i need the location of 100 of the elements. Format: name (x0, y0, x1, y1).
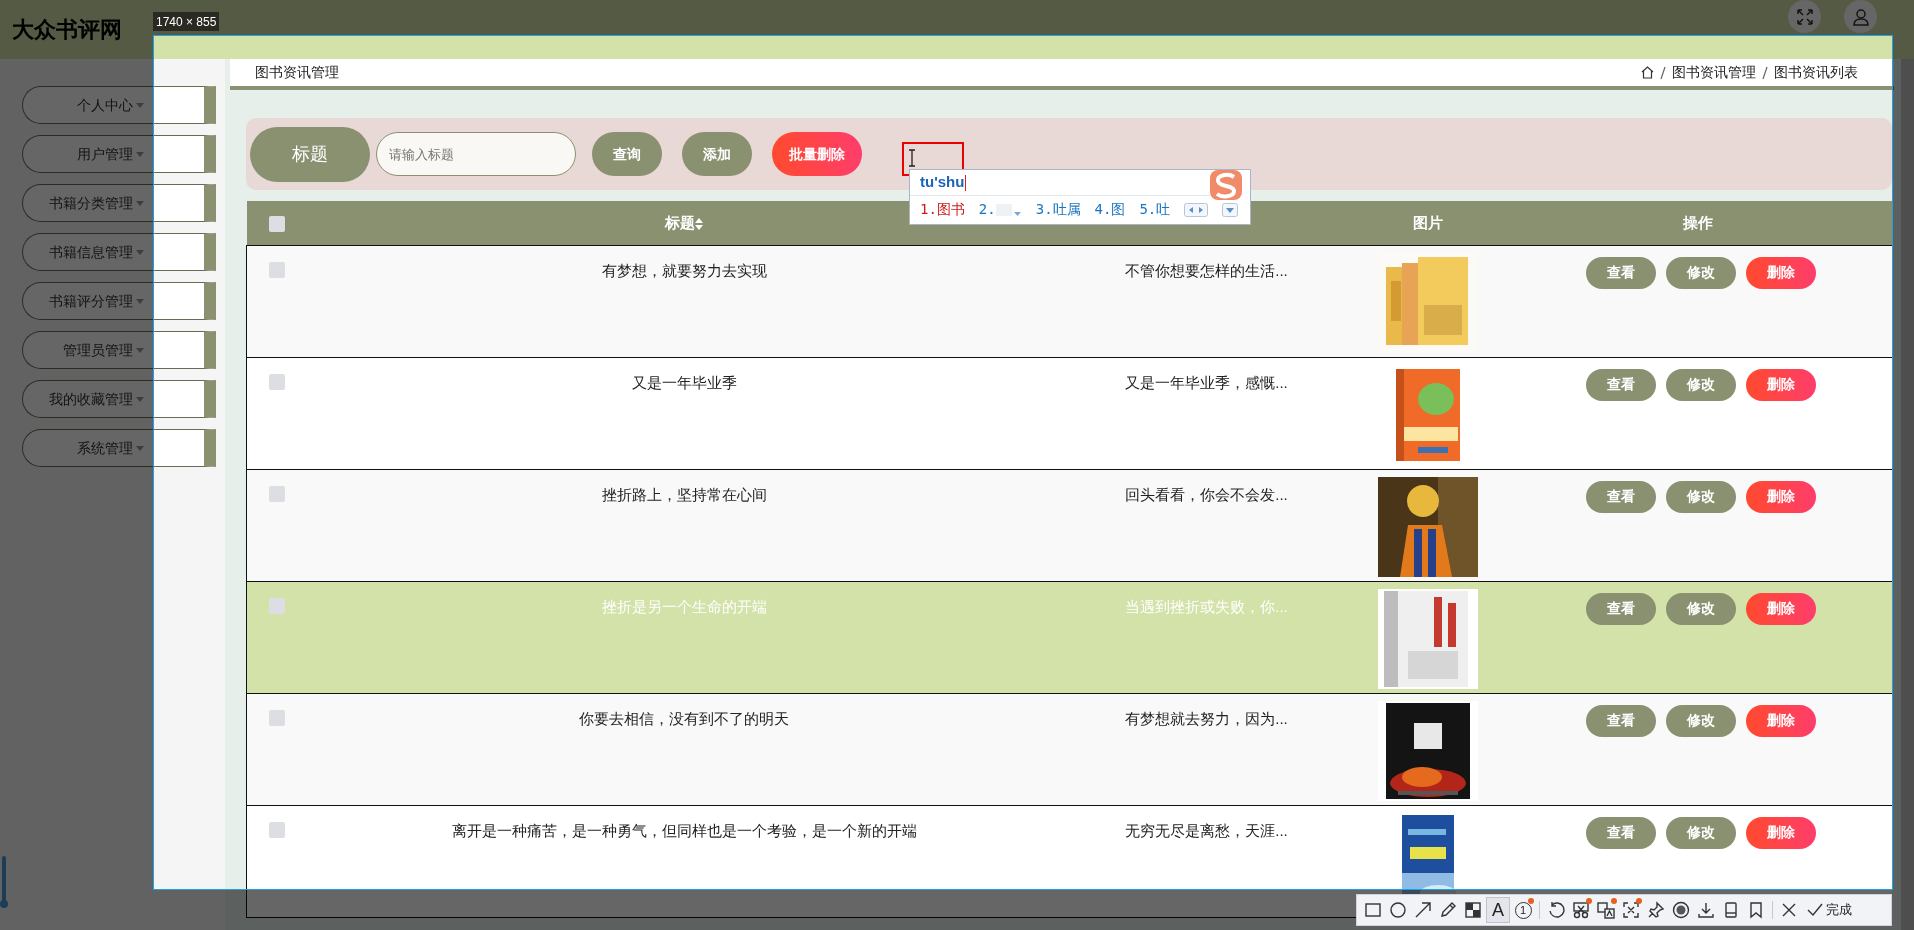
delete-button[interactable]: 删除 (1745, 592, 1816, 625)
title-text: 离开是一种痛苦，是一种勇气，但同样也是一个考验，是一个新的开端 (451, 820, 917, 841)
text-tool-button[interactable]: A (1486, 897, 1510, 923)
user-icon[interactable] (1844, 0, 1877, 33)
delete-button[interactable]: 删除 (1745, 704, 1816, 737)
handle-icon[interactable] (0, 856, 8, 910)
rectangle-icon (1364, 901, 1382, 919)
menu-item[interactable]: 系统管理 (22, 429, 216, 467)
view-button[interactable]: 查看 (1585, 704, 1656, 737)
ime-candidate[interactable]: 3.吐属 (1035, 199, 1081, 220)
checkbox[interactable] (268, 373, 285, 390)
batch-delete-button[interactable]: 批量删除 (772, 132, 862, 176)
edit-button[interactable]: 修改 (1665, 592, 1736, 625)
checkbox[interactable] (268, 709, 285, 726)
view-button[interactable]: 查看 (1585, 816, 1656, 849)
view-button[interactable]: 查看 (1585, 592, 1656, 625)
view-button[interactable]: 查看 (1585, 480, 1656, 513)
intro-text: 又是一年毕业季，感慨... (1125, 372, 1288, 393)
column-header[interactable]: 操作 (1682, 213, 1713, 231)
menu-item[interactable]: 管理员管理 (22, 331, 216, 369)
ime-candidate[interactable]: 5.吐 (1139, 199, 1171, 220)
mosaic-icon (1464, 901, 1482, 919)
column-header[interactable]: 图片 (1412, 213, 1443, 231)
intro-text: 有梦想就去努力，因为... (1125, 708, 1288, 729)
selection-frame[interactable] (153, 35, 1893, 890)
intro-text: 不管你想要怎样的生活... (1125, 260, 1288, 281)
search-field[interactable]: 请输入标题 (376, 132, 576, 176)
field-label: 标题 (250, 126, 370, 182)
title-text: 又是一年毕业季 (631, 372, 737, 393)
edit-button[interactable]: 修改 (1665, 256, 1736, 289)
view-button[interactable]: 查看 (1585, 368, 1656, 401)
menu-item[interactable]: 书籍信息管理 (22, 233, 216, 271)
ime-candidate[interactable]: 2. (978, 199, 1022, 220)
page-title: 图书资讯管理 (255, 63, 339, 82)
slash-icon (1761, 65, 1768, 80)
ime-composition-text: tu'shu (920, 172, 965, 193)
menu-item[interactable]: 用户管理 (22, 135, 216, 173)
caret-icon (136, 298, 144, 304)
caret-icon (136, 396, 144, 402)
delete-button[interactable]: 删除 (1745, 368, 1816, 401)
checkbox[interactable] (268, 597, 285, 614)
dropdown-icon[interactable] (1222, 202, 1239, 217)
title-text: 有梦想，就要努力去实现 (601, 260, 767, 281)
page-arrows-icon[interactable] (1184, 202, 1209, 217)
breadcrumb-link[interactable]: 图书资讯列表 (1773, 62, 1858, 83)
checkbox[interactable] (268, 215, 285, 232)
caret-icon (136, 102, 144, 108)
home-icon[interactable] (1640, 66, 1654, 79)
table-row[interactable]: 挫折是另一个生命的开端 当遇到挫折或失败，你... 查看 修改 删除 (246, 581, 1892, 693)
menu-item[interactable]: 个人中心 (22, 86, 216, 124)
edit-button[interactable]: 修改 (1665, 816, 1736, 849)
view-button[interactable]: 查看 (1585, 256, 1656, 289)
ime-candidate[interactable]: 1.图书 (920, 199, 965, 220)
delete-button[interactable]: 删除 (1745, 256, 1816, 289)
action-button[interactable]: 添加 (682, 132, 752, 176)
arrow-icon (1414, 901, 1432, 919)
scissors-icon (1572, 901, 1590, 919)
caret-icon (136, 249, 144, 255)
menu-item[interactable]: 我的收藏管理 (22, 380, 216, 418)
checkbox[interactable] (268, 261, 285, 278)
intro-text: 无穷无尽是离愁，天涯... (1125, 820, 1288, 841)
pencil-icon (1439, 901, 1457, 919)
delete-button[interactable]: 删除 (1745, 480, 1816, 513)
translate-icon (1597, 901, 1615, 919)
edit-button[interactable]: 修改 (1665, 480, 1736, 513)
circle-icon (1389, 901, 1407, 919)
bookmark-icon (1747, 901, 1765, 919)
edit-button[interactable]: 修改 (1665, 368, 1736, 401)
site-logo: 大众书评网 (12, 16, 122, 44)
table-row[interactable]: 挫折路上，坚持常在心间 回头看看，你会不会发... 查看 修改 删除 (246, 469, 1892, 581)
menu-item[interactable]: 书籍分类管理 (22, 184, 216, 222)
title-text: 挫折是另一个生命的开端 (601, 596, 767, 617)
caret-icon (136, 200, 144, 206)
delete-button[interactable]: 删除 (1745, 816, 1816, 849)
caret-icon (136, 347, 144, 353)
fullscreen-icon[interactable] (1788, 0, 1821, 33)
checkbox[interactable] (268, 821, 285, 838)
text-cursor-icon (908, 149, 916, 168)
edit-button[interactable]: 修改 (1665, 704, 1736, 737)
sort-icon[interactable] (695, 217, 703, 230)
table-row[interactable]: 你要去相信，没有到不了的明天 有梦想就去努力，因为... 查看 修改 删除 (246, 693, 1892, 805)
scan-icon (1622, 901, 1640, 919)
close-icon (1780, 901, 1798, 919)
ime-candidate[interactable]: 4.图 (1094, 199, 1126, 220)
caret-icon (136, 151, 144, 157)
breadcrumb-link[interactable]: 图书资讯管理 (1671, 62, 1756, 83)
table-row[interactable]: 又是一年毕业季 又是一年毕业季，感慨... 查看 修改 删除 (246, 357, 1892, 469)
title-text: 挫折路上，坚持常在心间 (601, 484, 767, 505)
intro-text: 回头看看，你会不会发... (1125, 484, 1288, 505)
check-icon (1807, 903, 1823, 917)
table-row[interactable]: 有梦想，就要努力去实现 不管你想要怎样的生活... 查看 修改 删除 (246, 245, 1892, 357)
action-button[interactable]: 查询 (592, 132, 662, 176)
phone-icon (1722, 901, 1740, 919)
title-text: 你要去相信，没有到不了的明天 (579, 708, 789, 729)
record-icon (1672, 901, 1690, 919)
checkbox[interactable] (268, 485, 285, 502)
column-header[interactable]: 标题 (665, 213, 703, 231)
undo-icon (1547, 901, 1565, 919)
slash-icon (1659, 65, 1666, 80)
menu-item[interactable]: 书籍评分管理 (22, 282, 216, 320)
